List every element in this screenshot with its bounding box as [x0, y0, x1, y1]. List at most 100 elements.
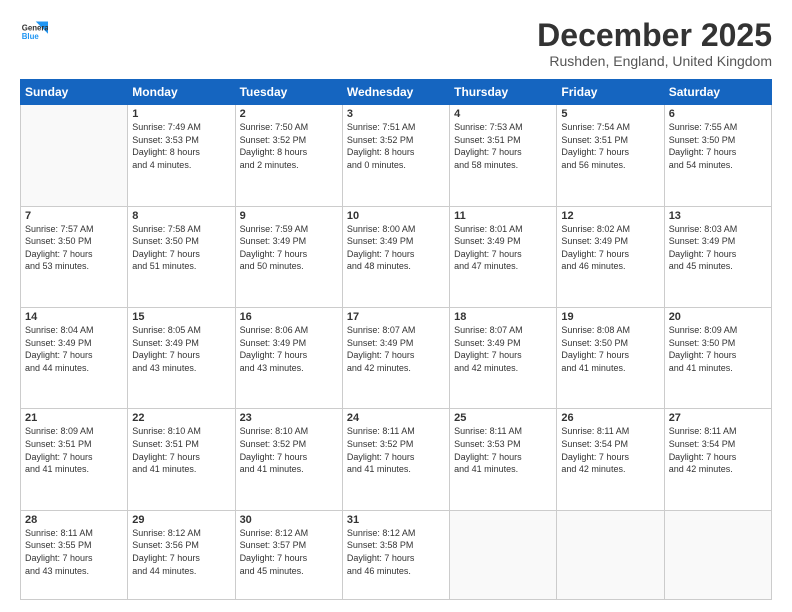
calendar-header-thursday: Thursday — [450, 80, 557, 105]
cell-date-number: 29 — [132, 514, 230, 526]
cell-date-number: 22 — [132, 412, 230, 424]
cell-date-number: 2 — [240, 108, 338, 120]
calendar-header-wednesday: Wednesday — [342, 80, 449, 105]
cell-date-number: 6 — [669, 108, 767, 120]
calendar-cell — [557, 510, 664, 599]
calendar-cell: 15Sunrise: 8:05 AM Sunset: 3:49 PM Dayli… — [128, 307, 235, 408]
cell-daylight-info: Sunrise: 8:05 AM Sunset: 3:49 PM Dayligh… — [132, 324, 230, 374]
cell-daylight-info: Sunrise: 7:58 AM Sunset: 3:50 PM Dayligh… — [132, 223, 230, 273]
cell-daylight-info: Sunrise: 8:07 AM Sunset: 3:49 PM Dayligh… — [454, 324, 552, 374]
calendar-week-row: 7Sunrise: 7:57 AM Sunset: 3:50 PM Daylig… — [21, 206, 772, 307]
cell-date-number: 17 — [347, 311, 445, 323]
cell-daylight-info: Sunrise: 8:11 AM Sunset: 3:52 PM Dayligh… — [347, 425, 445, 475]
cell-date-number: 9 — [240, 210, 338, 222]
cell-date-number: 26 — [561, 412, 659, 424]
calendar-cell — [664, 510, 771, 599]
cell-daylight-info: Sunrise: 7:54 AM Sunset: 3:51 PM Dayligh… — [561, 121, 659, 171]
calendar-table: SundayMondayTuesdayWednesdayThursdayFrid… — [20, 79, 772, 600]
cell-date-number: 28 — [25, 514, 123, 526]
cell-daylight-info: Sunrise: 8:10 AM Sunset: 3:52 PM Dayligh… — [240, 425, 338, 475]
cell-daylight-info: Sunrise: 8:00 AM Sunset: 3:49 PM Dayligh… — [347, 223, 445, 273]
cell-daylight-info: Sunrise: 8:09 AM Sunset: 3:51 PM Dayligh… — [25, 425, 123, 475]
cell-date-number: 10 — [347, 210, 445, 222]
cell-date-number: 21 — [25, 412, 123, 424]
calendar-cell: 28Sunrise: 8:11 AM Sunset: 3:55 PM Dayli… — [21, 510, 128, 599]
calendar-cell: 25Sunrise: 8:11 AM Sunset: 3:53 PM Dayli… — [450, 409, 557, 510]
cell-date-number: 16 — [240, 311, 338, 323]
cell-date-number: 25 — [454, 412, 552, 424]
calendar-cell: 22Sunrise: 8:10 AM Sunset: 3:51 PM Dayli… — [128, 409, 235, 510]
cell-daylight-info: Sunrise: 7:51 AM Sunset: 3:52 PM Dayligh… — [347, 121, 445, 171]
header: General Blue December 2025 Rushden, Engl… — [20, 18, 772, 69]
cell-date-number: 15 — [132, 311, 230, 323]
cell-daylight-info: Sunrise: 8:06 AM Sunset: 3:49 PM Dayligh… — [240, 324, 338, 374]
cell-daylight-info: Sunrise: 8:07 AM Sunset: 3:49 PM Dayligh… — [347, 324, 445, 374]
cell-daylight-info: Sunrise: 8:10 AM Sunset: 3:51 PM Dayligh… — [132, 425, 230, 475]
cell-date-number: 11 — [454, 210, 552, 222]
cell-daylight-info: Sunrise: 8:11 AM Sunset: 3:54 PM Dayligh… — [669, 425, 767, 475]
cell-daylight-info: Sunrise: 8:12 AM Sunset: 3:56 PM Dayligh… — [132, 527, 230, 577]
cell-daylight-info: Sunrise: 8:12 AM Sunset: 3:57 PM Dayligh… — [240, 527, 338, 577]
cell-date-number: 12 — [561, 210, 659, 222]
cell-date-number: 18 — [454, 311, 552, 323]
cell-daylight-info: Sunrise: 7:53 AM Sunset: 3:51 PM Dayligh… — [454, 121, 552, 171]
cell-daylight-info: Sunrise: 8:02 AM Sunset: 3:49 PM Dayligh… — [561, 223, 659, 273]
cell-daylight-info: Sunrise: 7:55 AM Sunset: 3:50 PM Dayligh… — [669, 121, 767, 171]
location: Rushden, England, United Kingdom — [537, 53, 772, 69]
calendar-cell: 17Sunrise: 8:07 AM Sunset: 3:49 PM Dayli… — [342, 307, 449, 408]
calendar-cell: 29Sunrise: 8:12 AM Sunset: 3:56 PM Dayli… — [128, 510, 235, 599]
cell-date-number: 4 — [454, 108, 552, 120]
cell-date-number: 24 — [347, 412, 445, 424]
calendar-cell: 27Sunrise: 8:11 AM Sunset: 3:54 PM Dayli… — [664, 409, 771, 510]
cell-daylight-info: Sunrise: 8:11 AM Sunset: 3:53 PM Dayligh… — [454, 425, 552, 475]
svg-text:Blue: Blue — [22, 32, 40, 41]
cell-daylight-info: Sunrise: 8:08 AM Sunset: 3:50 PM Dayligh… — [561, 324, 659, 374]
calendar-cell: 23Sunrise: 8:10 AM Sunset: 3:52 PM Dayli… — [235, 409, 342, 510]
cell-daylight-info: Sunrise: 8:04 AM Sunset: 3:49 PM Dayligh… — [25, 324, 123, 374]
calendar-cell: 8Sunrise: 7:58 AM Sunset: 3:50 PM Daylig… — [128, 206, 235, 307]
calendar-cell: 6Sunrise: 7:55 AM Sunset: 3:50 PM Daylig… — [664, 105, 771, 206]
calendar-cell: 10Sunrise: 8:00 AM Sunset: 3:49 PM Dayli… — [342, 206, 449, 307]
calendar-header-sunday: Sunday — [21, 80, 128, 105]
cell-daylight-info: Sunrise: 7:50 AM Sunset: 3:52 PM Dayligh… — [240, 121, 338, 171]
calendar-week-row: 14Sunrise: 8:04 AM Sunset: 3:49 PM Dayli… — [21, 307, 772, 408]
calendar-week-row: 21Sunrise: 8:09 AM Sunset: 3:51 PM Dayli… — [21, 409, 772, 510]
calendar-header-monday: Monday — [128, 80, 235, 105]
cell-daylight-info: Sunrise: 7:49 AM Sunset: 3:53 PM Dayligh… — [132, 121, 230, 171]
month-title: December 2025 — [537, 18, 772, 53]
cell-date-number: 20 — [669, 311, 767, 323]
calendar-cell: 31Sunrise: 8:12 AM Sunset: 3:58 PM Dayli… — [342, 510, 449, 599]
calendar-header-saturday: Saturday — [664, 80, 771, 105]
cell-daylight-info: Sunrise: 8:01 AM Sunset: 3:49 PM Dayligh… — [454, 223, 552, 273]
calendar-cell: 24Sunrise: 8:11 AM Sunset: 3:52 PM Dayli… — [342, 409, 449, 510]
calendar-cell: 1Sunrise: 7:49 AM Sunset: 3:53 PM Daylig… — [128, 105, 235, 206]
calendar-week-row: 1Sunrise: 7:49 AM Sunset: 3:53 PM Daylig… — [21, 105, 772, 206]
cell-daylight-info: Sunrise: 7:59 AM Sunset: 3:49 PM Dayligh… — [240, 223, 338, 273]
calendar-cell — [21, 105, 128, 206]
calendar-cell: 16Sunrise: 8:06 AM Sunset: 3:49 PM Dayli… — [235, 307, 342, 408]
calendar-cell: 13Sunrise: 8:03 AM Sunset: 3:49 PM Dayli… — [664, 206, 771, 307]
calendar-cell: 11Sunrise: 8:01 AM Sunset: 3:49 PM Dayli… — [450, 206, 557, 307]
cell-daylight-info: Sunrise: 8:09 AM Sunset: 3:50 PM Dayligh… — [669, 324, 767, 374]
cell-daylight-info: Sunrise: 8:11 AM Sunset: 3:55 PM Dayligh… — [25, 527, 123, 577]
cell-date-number: 1 — [132, 108, 230, 120]
calendar-cell: 14Sunrise: 8:04 AM Sunset: 3:49 PM Dayli… — [21, 307, 128, 408]
calendar-cell: 18Sunrise: 8:07 AM Sunset: 3:49 PM Dayli… — [450, 307, 557, 408]
calendar-cell: 30Sunrise: 8:12 AM Sunset: 3:57 PM Dayli… — [235, 510, 342, 599]
logo-icon: General Blue — [20, 18, 48, 46]
cell-date-number: 13 — [669, 210, 767, 222]
cell-daylight-info: Sunrise: 8:11 AM Sunset: 3:54 PM Dayligh… — [561, 425, 659, 475]
cell-date-number: 14 — [25, 311, 123, 323]
calendar-header-tuesday: Tuesday — [235, 80, 342, 105]
svg-text:General: General — [22, 23, 48, 32]
calendar-cell: 21Sunrise: 8:09 AM Sunset: 3:51 PM Dayli… — [21, 409, 128, 510]
page: General Blue December 2025 Rushden, Engl… — [0, 0, 792, 612]
calendar-cell: 7Sunrise: 7:57 AM Sunset: 3:50 PM Daylig… — [21, 206, 128, 307]
calendar-cell: 20Sunrise: 8:09 AM Sunset: 3:50 PM Dayli… — [664, 307, 771, 408]
cell-date-number: 30 — [240, 514, 338, 526]
calendar-cell: 3Sunrise: 7:51 AM Sunset: 3:52 PM Daylig… — [342, 105, 449, 206]
cell-daylight-info: Sunrise: 8:12 AM Sunset: 3:58 PM Dayligh… — [347, 527, 445, 577]
cell-date-number: 27 — [669, 412, 767, 424]
title-block: December 2025 Rushden, England, United K… — [537, 18, 772, 69]
calendar-week-row: 28Sunrise: 8:11 AM Sunset: 3:55 PM Dayli… — [21, 510, 772, 599]
